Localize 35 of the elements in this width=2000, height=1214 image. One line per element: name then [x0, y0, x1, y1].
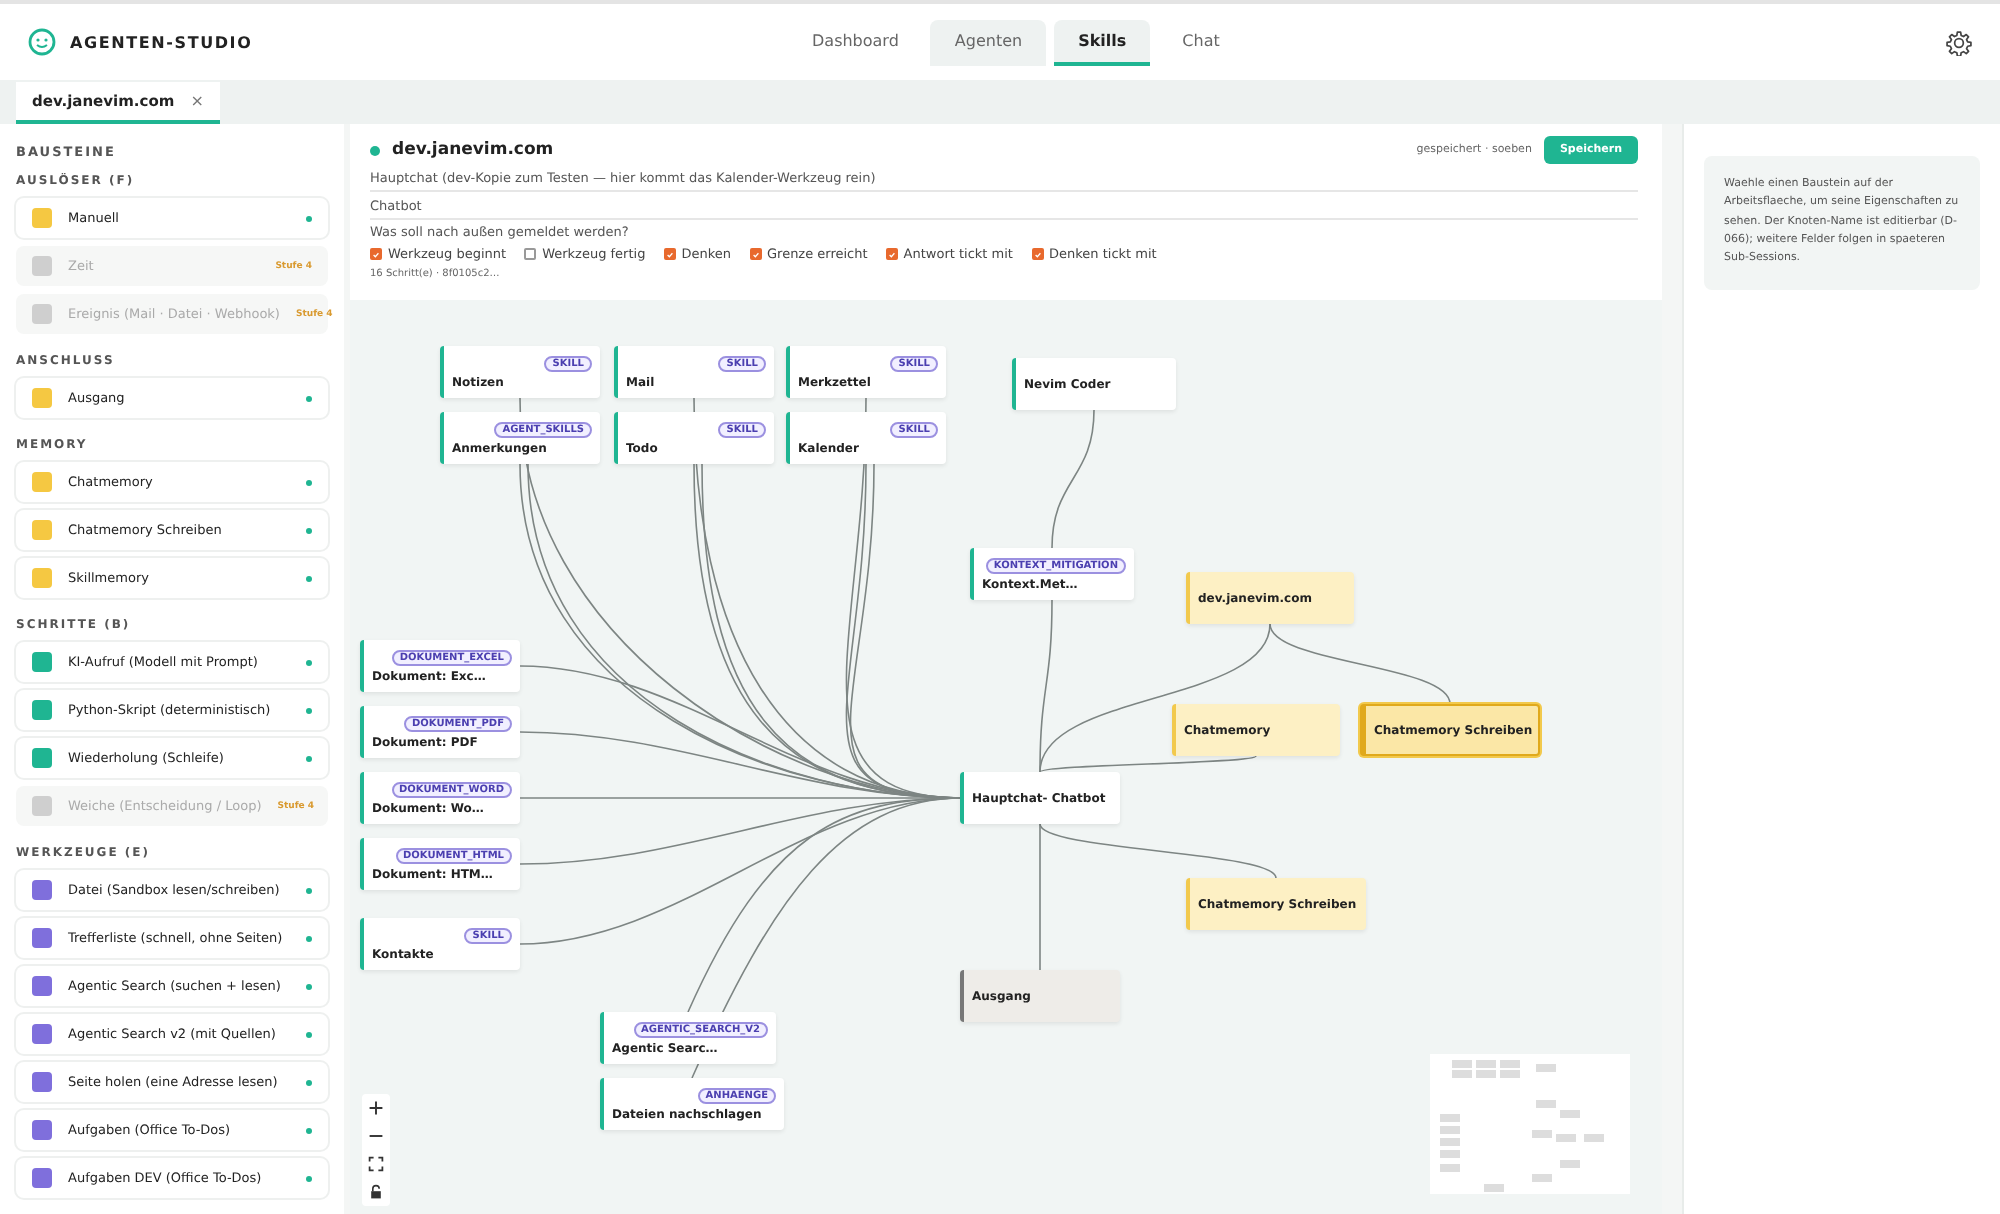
nav-tab[interactable]: Chat: [1158, 19, 1244, 65]
checkbox[interactable]: [749, 248, 761, 260]
status-dot: [306, 755, 312, 761]
close-icon[interactable]: ×: [190, 92, 204, 110]
checkbox[interactable]: [370, 248, 382, 260]
status-dot: [306, 707, 312, 713]
agent-name: dev.janevim.com: [392, 140, 556, 160]
nav-tab[interactable]: Agenten: [930, 19, 1047, 65]
status-dot: [306, 1175, 312, 1181]
status-dot: [306, 215, 312, 221]
status-dot: [306, 659, 312, 665]
status-dot: [306, 935, 312, 941]
lock-icon: [368, 1184, 384, 1200]
checkbox[interactable]: [885, 248, 898, 260]
checkbox[interactable]: [524, 248, 537, 260]
nav-tab[interactable]: Dashboard: [788, 19, 923, 65]
fit-view-icon: [368, 1156, 384, 1172]
settings-icon[interactable]: [1946, 29, 1972, 55]
smiley-logo-icon: [28, 28, 56, 56]
app-title: AGENTEN-STUDIO: [70, 33, 253, 51]
plus-icon: [368, 1100, 384, 1116]
status-dot: [306, 575, 312, 581]
status-dot: [306, 395, 312, 401]
status-dot: [306, 1031, 312, 1037]
checkbox[interactable]: [663, 248, 676, 260]
connector-line: [1051, 409, 1095, 549]
status-dot: [306, 527, 312, 533]
status-dot: [306, 1127, 312, 1133]
status-dot: [306, 479, 312, 485]
nav-tab[interactable]: Skills: [1054, 19, 1151, 65]
status-dot: [306, 983, 312, 989]
status-dot: [370, 145, 380, 155]
status-dot: [306, 887, 312, 893]
status-dot: [306, 1079, 312, 1085]
checkbox[interactable]: [1031, 248, 1043, 260]
